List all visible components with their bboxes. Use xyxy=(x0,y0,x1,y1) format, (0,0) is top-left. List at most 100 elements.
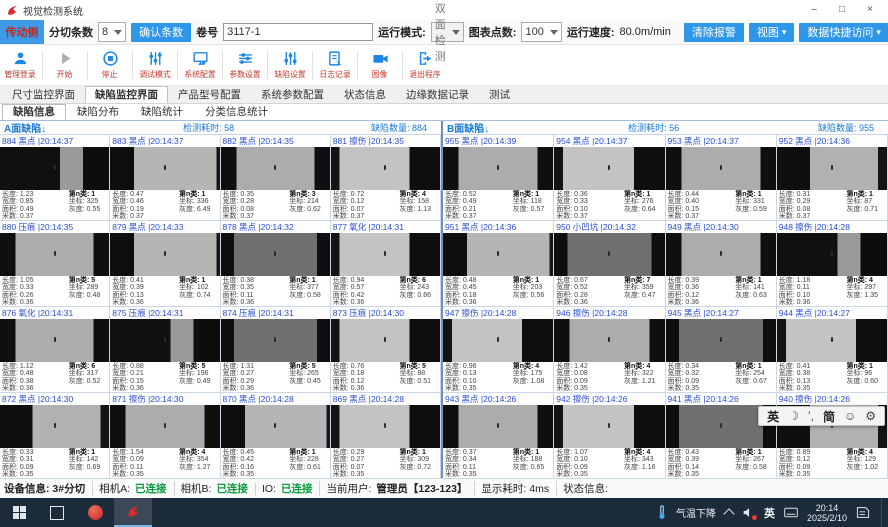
show-desktop-button[interactable] xyxy=(881,498,886,527)
defect-cell[interactable]: 944 黑点 |20:14:27长度: 0.41宽度: 0.38面积: 0.13… xyxy=(777,307,888,393)
subtab-缺陷分布[interactable]: 缺陷分布 xyxy=(66,104,130,120)
drive-side-button[interactable]: 传动侧 xyxy=(0,20,44,44)
defect-cell[interactable]: 882 黑点 |20:14:35长度: 0.35宽度: 0.28面积: 0.08… xyxy=(221,135,331,221)
defect-cell[interactable]: 955 黑点 |20:14:39长度: 0.52宽度: 0.49面积: 0.21… xyxy=(443,135,554,221)
defect-cell[interactable]: 945 黑点 |20:14:27长度: 0.34宽度: 0.32面积: 0.09… xyxy=(666,307,777,393)
defect-cell[interactable]: 954 黑点 |20:14:37长度: 0.36宽度: 0.33面积: 0.10… xyxy=(554,135,665,221)
slit-count-select[interactable]: 8 xyxy=(98,22,126,42)
touch-keyboard-icon[interactable] xyxy=(784,507,798,518)
defect-info: 长度: 0.38宽度: 0.35面积: 0.11米数: 0.36第n类: 1坐标… xyxy=(221,276,330,307)
clear-alarm-button[interactable]: 清除报警 xyxy=(684,23,744,42)
action-play[interactable]: 开始 xyxy=(45,45,85,85)
action-params[interactable]: 参数设置 xyxy=(225,45,265,85)
data-access-menu-button[interactable]: 数据快捷访问 xyxy=(799,23,888,42)
close-button[interactable]: × xyxy=(856,1,884,19)
hidden-icons-chevron-icon[interactable] xyxy=(723,508,734,519)
taskbar-clock[interactable]: 20:14 2025/2/10 xyxy=(807,503,847,523)
ime-simplified-toggle[interactable]: 简 xyxy=(823,408,835,425)
confirm-count-button[interactable]: 确认条数 xyxy=(131,23,191,42)
action-center-icon[interactable] xyxy=(856,506,870,519)
defect-cell[interactable]: 948 擦伤 |20:14:28长度: 1.18宽度: 0.11面积: 0.10… xyxy=(777,221,888,307)
weather-text[interactable]: 气温下降 xyxy=(676,505,716,520)
taskbar-app-inspection[interactable] xyxy=(114,498,152,527)
ime-lang-toggle[interactable]: 英 xyxy=(767,408,779,425)
taskbar-app-browser[interactable] xyxy=(76,498,114,527)
run-mode-select[interactable]: 双面检测 xyxy=(431,22,464,42)
chart-points-select[interactable]: 100 xyxy=(521,22,561,42)
defect-mark xyxy=(274,337,276,342)
defect-cell[interactable]: 879 黑点 |20:14:33长度: 0.41宽度: 0.39面积: 0.13… xyxy=(110,221,220,307)
defect-cell[interactable]: 877 氧化 |20:14:31长度: 0.94宽度: 0.57面积: 0.42… xyxy=(331,221,441,307)
tab-测试[interactable]: 测试 xyxy=(479,86,520,103)
defect-cell[interactable]: 943 黑点 |20:14:26长度: 0.37宽度: 0.34面积: 0.11… xyxy=(443,393,554,479)
defect-cell[interactable]: 952 黑点 |20:14:36长度: 0.31宽度: 0.29面积: 0.08… xyxy=(777,135,888,221)
minimize-button[interactable]: – xyxy=(800,1,828,19)
defect-cell[interactable]: 951 黑点 |20:14:36长度: 0.48宽度: 0.45面积: 0.18… xyxy=(443,221,554,307)
ime-emoji-icon[interactable]: ☺ xyxy=(844,409,856,423)
action-label: 停止 xyxy=(102,68,118,79)
defect-thumbnail xyxy=(0,405,109,448)
roll-number-input[interactable] xyxy=(223,23,373,41)
defect-cell-header: 869 黑点 |20:14:28 xyxy=(331,393,440,405)
defect-cell[interactable]: 946 擦伤 |20:14:28长度: 1.42宽度: 0.08面积: 0.09… xyxy=(554,307,665,393)
tab-系统参数配置[interactable]: 系统参数配置 xyxy=(251,86,334,103)
tab-尺寸监控界面[interactable]: 尺寸监控界面 xyxy=(2,86,85,103)
action-debug[interactable]: 调试模式 xyxy=(135,45,175,85)
panel-a-title[interactable]: A面缺陷↓ xyxy=(0,120,46,135)
defect-cell[interactable]: 884 黑点 |20:14:37长度: 1.23宽度: 0.85面积: 0.49… xyxy=(0,135,110,221)
defect-cell[interactable]: 872 黑点 |20:14:30长度: 0.33宽度: 0.31面积: 0.09… xyxy=(0,393,110,479)
defect-cell-header: 944 黑点 |20:14:27 xyxy=(777,307,887,319)
defect-cell[interactable]: 947 擦伤 |20:14:28长度: 0.96宽度: 0.13面积: 0.10… xyxy=(443,307,554,393)
defect-cell[interactable]: 876 氧化 |20:14:31长度: 1.12宽度: 0.48面积: 0.38… xyxy=(0,307,110,393)
defect-cell[interactable]: 878 黑点 |20:14:32 长度: 0.38宽度: 0.35面积: 0.11… xyxy=(221,221,331,307)
status-item: 显示耗时: 4ms xyxy=(474,481,549,496)
defect-cell[interactable]: 875 压痕 |20:14:31长度: 0.88宽度: 0.21面积: 0.15… xyxy=(110,307,220,393)
action-log[interactable]: 日志记录 xyxy=(315,45,355,85)
panel-b-title[interactable]: B面缺陷↓ xyxy=(443,120,489,135)
tab-缺陷监控界面[interactable]: 缺陷监控界面 xyxy=(85,86,168,103)
defect-mark xyxy=(497,251,499,256)
action-stop[interactable]: 停止 xyxy=(90,45,130,85)
tab-状态信息[interactable]: 状态信息 xyxy=(334,86,396,103)
volume-icon[interactable] xyxy=(742,506,755,519)
action-system[interactable]: 系统配置 xyxy=(180,45,220,85)
view-menu-button[interactable]: 视图 xyxy=(749,23,795,42)
tab-边缘数据记录[interactable]: 边缘数据记录 xyxy=(396,86,479,103)
defect-mark xyxy=(608,423,610,428)
defect-cell[interactable]: 950 小凹坑 |20:14:32长度: 0.67宽度: 0.52面积: 0.2… xyxy=(554,221,665,307)
panel-a-defect-grid: 884 黑点 |20:14:37长度: 1.23宽度: 0.85面积: 0.49… xyxy=(0,135,441,479)
action-defect[interactable]: 缺陷设置 xyxy=(270,45,310,85)
language-indicator[interactable]: 英 xyxy=(764,505,775,521)
ime-punctuation-icon[interactable]: ’, xyxy=(808,409,814,423)
maximize-button[interactable]: □ xyxy=(828,1,856,19)
defect-cell[interactable]: 953 黑点 |20:14:37长度: 0.44宽度: 0.40面积: 0.15… xyxy=(666,135,777,221)
defect-cell[interactable]: 881 擦伤 |20:14:35长度: 0.72宽度: 0.12面积: 0.07… xyxy=(331,135,441,221)
defect-info: 长度: 0.29宽度: 0.27面积: 0.07米数: 0.35第n类: 1坐标… xyxy=(331,448,440,479)
subtab-缺陷统计[interactable]: 缺陷统计 xyxy=(130,104,194,120)
ime-fullwidth-icon[interactable]: ☽ xyxy=(788,409,799,423)
subtab-分类信息统计[interactable]: 分类信息统计 xyxy=(194,104,279,120)
defect-cell[interactable]: 870 黑点 |20:14:28长度: 0.45宽度: 0.42面积: 0.16… xyxy=(221,393,331,479)
task-view-button[interactable] xyxy=(38,498,76,527)
action-user[interactable]: 管理登录 xyxy=(0,45,40,85)
defect-cell[interactable]: 874 压痕 |20:14:31长度: 1.31宽度: 0.27面积: 0.29… xyxy=(221,307,331,393)
ime-settings-icon[interactable]: ⚙ xyxy=(865,409,876,423)
defect-info: 长度: 0.47宽度: 0.46面积: 0.19米数: 0.37第n类: 1坐标… xyxy=(110,190,219,221)
thermometer-icon[interactable] xyxy=(657,505,667,520)
defect-cell[interactable]: 873 压痕 |20:14:30长度: 0.76宽度: 0.18面积: 0.12… xyxy=(331,307,441,393)
tab-产品型号配置[interactable]: 产品型号配置 xyxy=(168,86,251,103)
subtab-缺陷信息[interactable]: 缺陷信息 xyxy=(2,104,66,120)
defect-thumbnail xyxy=(554,233,664,276)
defect-cell[interactable]: 942 擦伤 |20:14:26长度: 1.07宽度: 0.10面积: 0.09… xyxy=(554,393,665,479)
defect-cell[interactable]: 883 黑点 |20:14:37长度: 0.47宽度: 0.46面积: 0.19… xyxy=(110,135,220,221)
start-button[interactable] xyxy=(0,498,38,527)
defect-cell[interactable]: 880 压痕 |20:14:35长度: 1.05宽度: 0.33面积: 0.26… xyxy=(0,221,110,307)
defect-info: 长度: 0.33宽度: 0.31面积: 0.09米数: 0.35第n类: 1坐标… xyxy=(0,448,109,479)
action-camera[interactable]: 图像 xyxy=(360,45,400,85)
defect-cell[interactable]: 871 擦伤 |20:14:30长度: 1.54宽度: 0.09面积: 0.11… xyxy=(110,393,220,479)
defect-mark xyxy=(608,337,610,342)
defect-cell[interactable]: 869 黑点 |20:14:28 长度: 0.29宽度: 0.27面积: 0.07… xyxy=(331,393,441,479)
defect-cell[interactable]: 949 黑点 |20:14:30长度: 0.39宽度: 0.36面积: 0.12… xyxy=(666,221,777,307)
defect-cell-header: 878 黑点 |20:14:32 xyxy=(221,221,330,233)
defect-thumbnail xyxy=(666,233,776,276)
